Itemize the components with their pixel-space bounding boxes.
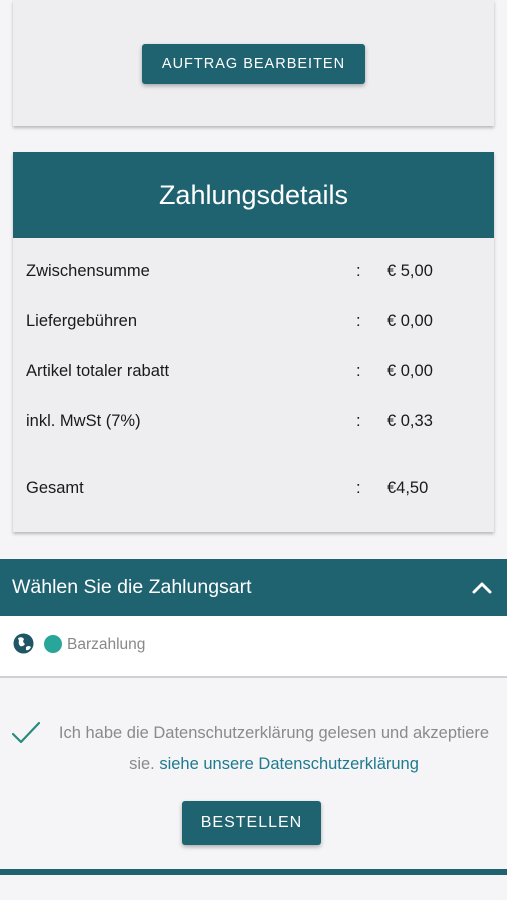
- payment-details-title: Zahlungsdetails: [158, 179, 349, 210]
- subtotal-row: Zwischensumme : € 5,00: [13, 262, 494, 286]
- vat-row: inkl. MwSt (7%) : € 0,33: [13, 412, 494, 436]
- payment-option-radio[interactable]: [44, 635, 62, 653]
- payment-details-header: Zahlungsdetails: [13, 152, 494, 238]
- payment-option-label[interactable]: Barzahlung: [67, 636, 145, 654]
- privacy-policy-link[interactable]: siehe unsere Datenschutzerklärung: [159, 755, 419, 773]
- row-label: Liefergebühren: [26, 312, 138, 330]
- checkmark-icon[interactable]: [11, 720, 41, 746]
- row-separator: :: [356, 262, 361, 280]
- row-separator: :: [356, 479, 361, 497]
- place-order-button[interactable]: BESTELLEN: [182, 801, 321, 845]
- row-label: Gesamt: [26, 479, 84, 497]
- chevron-up-icon[interactable]: [471, 577, 493, 599]
- bottom-divider: [0, 869, 507, 875]
- delivery-fee-row: Liefergebühren : € 0,00: [13, 312, 494, 336]
- row-value: € 0,00: [387, 312, 433, 330]
- row-value: € 5,00: [387, 262, 433, 280]
- total-row: Gesamt : €4,50: [13, 479, 494, 503]
- row-value: €4,50: [387, 479, 429, 497]
- row-label: Zwischensumme: [26, 262, 150, 280]
- row-value: € 0,00: [387, 362, 433, 380]
- discount-row: Artikel totaler rabatt : € 0,00: [13, 362, 494, 386]
- payment-method-header[interactable]: Wählen Sie die Zahlungsart: [0, 559, 507, 616]
- edit-order-button[interactable]: AUFTRAG BEARBEITEN: [142, 44, 365, 84]
- row-separator: :: [356, 312, 361, 330]
- row-separator: :: [356, 362, 361, 380]
- row-label: Artikel totaler rabatt: [26, 362, 170, 380]
- row-value: € 0,33: [387, 412, 433, 430]
- order-actions-card: AUFTRAG BEARBEITEN: [13, 0, 494, 126]
- row-separator: :: [356, 412, 361, 430]
- globe-icon: [13, 633, 34, 654]
- row-label: inkl. MwSt (7%): [26, 412, 141, 430]
- payment-details-card: Zahlungsdetails Zwischensumme : € 5,00 L…: [13, 152, 494, 532]
- payment-method-title: Wählen Sie die Zahlungsart: [12, 576, 252, 598]
- payment-method-options: Barzahlung: [0, 616, 507, 678]
- privacy-consent-text: Ich habe die Datenschutzerklärung gelese…: [56, 718, 492, 780]
